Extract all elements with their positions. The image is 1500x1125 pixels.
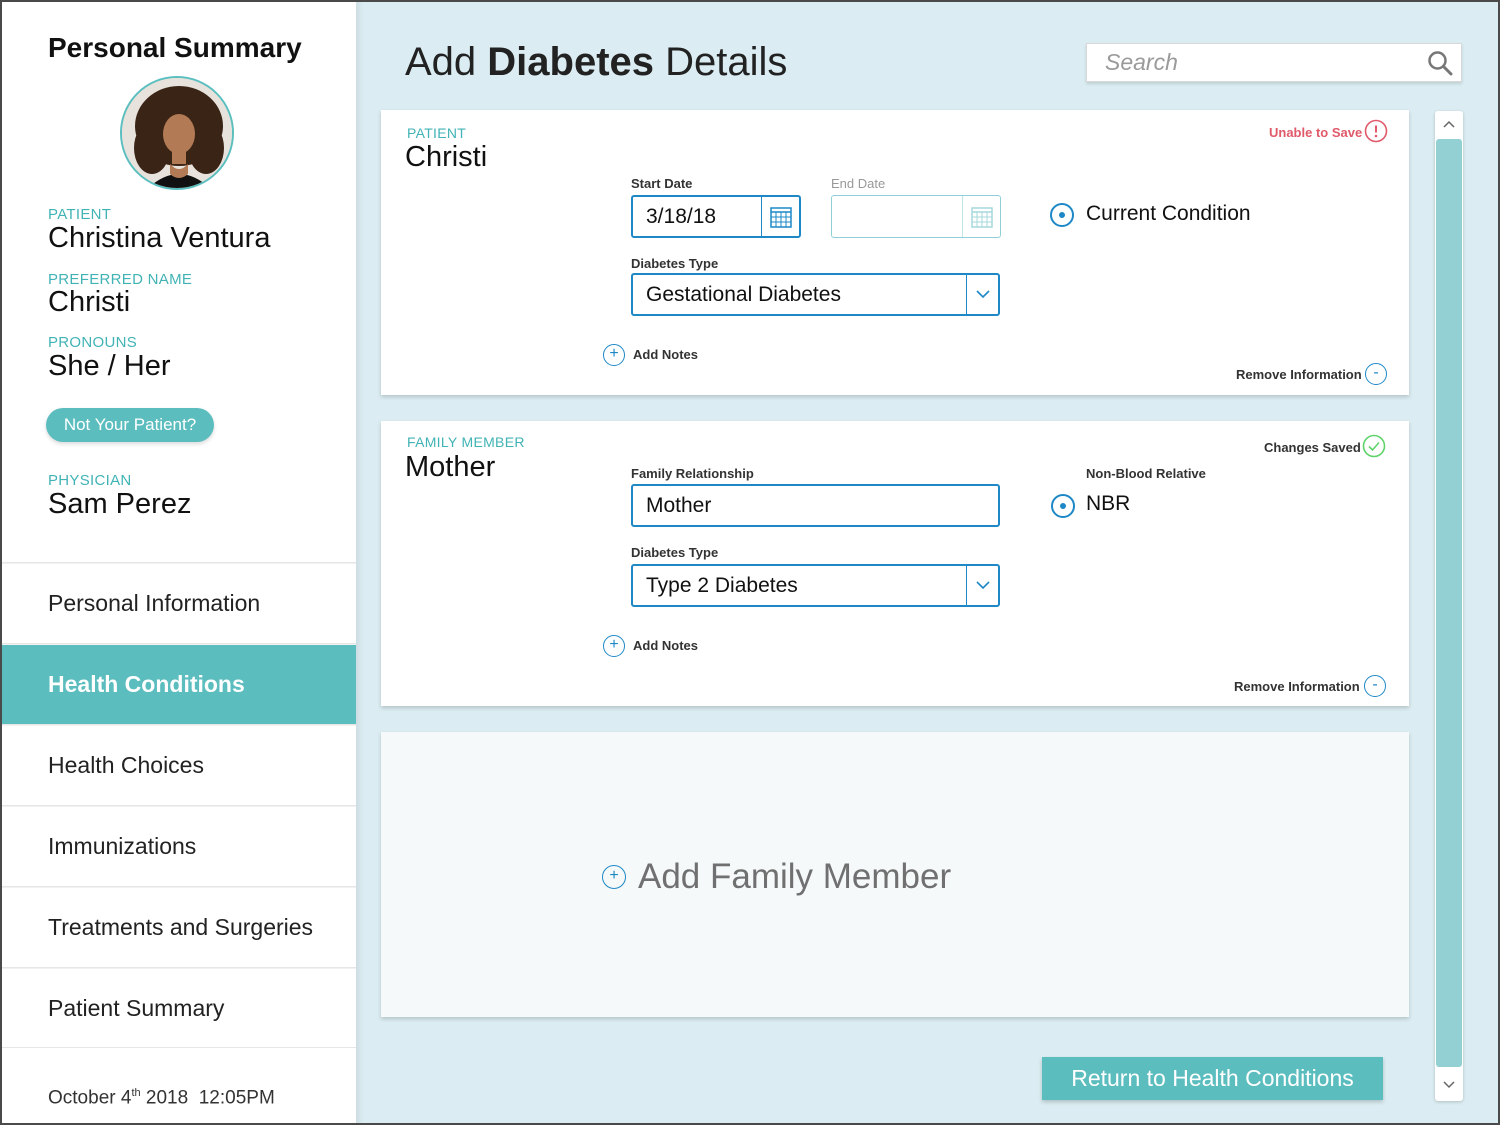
nav-item-personal-information[interactable]: Personal Information — [0, 562, 356, 643]
nav-item-health-conditions[interactable]: Health Conditions — [0, 643, 356, 724]
calendar-icon — [769, 206, 792, 228]
family-remove-minus-icon[interactable]: - — [1364, 675, 1386, 697]
patient-name: Christina Ventura — [48, 222, 271, 254]
changes-saved-status: Changes Saved — [1264, 440, 1361, 455]
patient-label: PATIENT — [48, 206, 112, 223]
remove-information-link[interactable]: Remove Information — [1236, 367, 1362, 382]
family-add-notes-link[interactable]: Add Notes — [633, 638, 698, 653]
family-card-label: FAMILY MEMBER — [407, 434, 525, 450]
date-year-time: 2018 12:05PM — [140, 1087, 275, 1109]
add-notes-plus-icon[interactable]: + — [603, 344, 625, 366]
sidebar-title: Personal Summary — [48, 32, 302, 63]
diabetes-type-dropdown-button[interactable] — [966, 275, 998, 314]
check-icon — [1362, 434, 1386, 458]
end-date-calendar-button[interactable] — [962, 196, 1000, 237]
remove-minus-icon[interactable]: - — [1365, 363, 1387, 385]
not-your-patient-button[interactable]: Not Your Patient? — [46, 408, 214, 442]
current-datetime: October 4th 2018 12:05PM — [48, 1087, 275, 1109]
add-notes-link[interactable]: Add Notes — [633, 347, 698, 362]
end-date-label: End Date — [831, 176, 886, 191]
chevron-down-icon — [975, 290, 990, 299]
unable-to-save-status: Unable to Save — [1269, 125, 1363, 140]
family-add-notes-plus-icon[interactable]: + — [603, 635, 625, 657]
date-ordinal: th — [131, 1087, 141, 1099]
diabetes-type-label: Diabetes Type — [631, 256, 719, 271]
patient-card-name: Christi — [405, 141, 488, 173]
error-icon — [1364, 119, 1388, 143]
non-blood-relative-label: Non-Blood Relative — [1086, 466, 1206, 481]
preferred-name: Christi — [48, 286, 131, 318]
nav-item-treatments-and-surgeries[interactable]: Treatments and Surgeries — [0, 886, 356, 967]
pronouns: She / Her — [48, 350, 171, 382]
family-member-card: FAMILY MEMBER Mother Changes Saved Famil… — [381, 421, 1409, 706]
family-relationship-field[interactable]: Mother — [631, 484, 1000, 527]
family-relationship-value: Mother — [646, 494, 712, 517]
current-condition-label: Current Condition — [1086, 202, 1251, 225]
chevron-down-icon — [975, 581, 990, 590]
return-to-health-conditions-button[interactable]: Return to Health Conditions — [1042, 1057, 1383, 1100]
family-diabetes-type-dropdown-button[interactable] — [966, 566, 998, 605]
title-prefix: Add — [405, 40, 488, 84]
sidebar: Personal Summary PATIENT Christina Ventu… — [0, 0, 356, 1125]
physician-name: Sam Perez — [48, 488, 192, 520]
nbr-label: NBR — [1086, 492, 1131, 515]
title-bold: Diabetes — [487, 40, 655, 84]
family-diabetes-type-label: Diabetes Type — [631, 545, 719, 560]
family-card-name: Mother — [405, 451, 496, 483]
end-date-field[interactable] — [831, 195, 1001, 238]
start-date-label: Start Date — [631, 176, 693, 191]
avatar — [120, 76, 234, 190]
date-month-day: October 4 — [48, 1087, 132, 1109]
start-date-calendar-button[interactable] — [761, 197, 799, 236]
nav-item-health-choices[interactable]: Health Choices — [0, 724, 356, 805]
page-title: Add Diabetes Details — [405, 40, 787, 85]
search-input[interactable] — [1087, 44, 1407, 81]
diabetes-type-value: Gestational Diabetes — [646, 283, 841, 306]
scrollbar[interactable] — [1435, 111, 1463, 1101]
family-remove-information-link[interactable]: Remove Information — [1234, 679, 1360, 694]
family-diabetes-type-value: Type 2 Diabetes — [646, 574, 798, 597]
current-condition-radio[interactable] — [1050, 203, 1074, 227]
search-box — [1086, 43, 1462, 82]
nav-item-immunizations[interactable]: Immunizations — [0, 805, 356, 886]
sidebar-nav: Personal Information Health Conditions H… — [0, 562, 356, 1048]
start-date-field[interactable]: 3/18/18 — [631, 195, 801, 238]
title-suffix: Details — [654, 40, 788, 84]
add-family-member-button[interactable]: + Add Family Member — [602, 855, 951, 899]
add-family-plus-icon: + — [602, 865, 626, 889]
nav-item-patient-summary[interactable]: Patient Summary — [0, 967, 356, 1048]
physician-label: PHYSICIAN — [48, 472, 132, 489]
scroll-up-icon[interactable] — [1442, 118, 1456, 132]
diabetes-type-select[interactable]: Gestational Diabetes — [631, 273, 1000, 316]
add-family-member-label: Add Family Member — [638, 857, 952, 896]
pronouns-label: PRONOUNS — [48, 334, 138, 351]
scrollbar-thumb[interactable] — [1436, 139, 1462, 1067]
family-diabetes-type-select[interactable]: Type 2 Diabetes — [631, 564, 1000, 607]
nbr-radio[interactable] — [1051, 494, 1075, 518]
patient-card-label: PATIENT — [407, 125, 467, 141]
scroll-down-icon[interactable] — [1442, 1077, 1456, 1091]
start-date-value: 3/18/18 — [646, 205, 717, 228]
calendar-icon — [970, 206, 993, 228]
patient-card: PATIENT Christi Unable to Save Start Dat… — [381, 110, 1409, 395]
family-relationship-label: Family Relationship — [631, 466, 754, 481]
search-icon[interactable] — [1427, 50, 1453, 76]
